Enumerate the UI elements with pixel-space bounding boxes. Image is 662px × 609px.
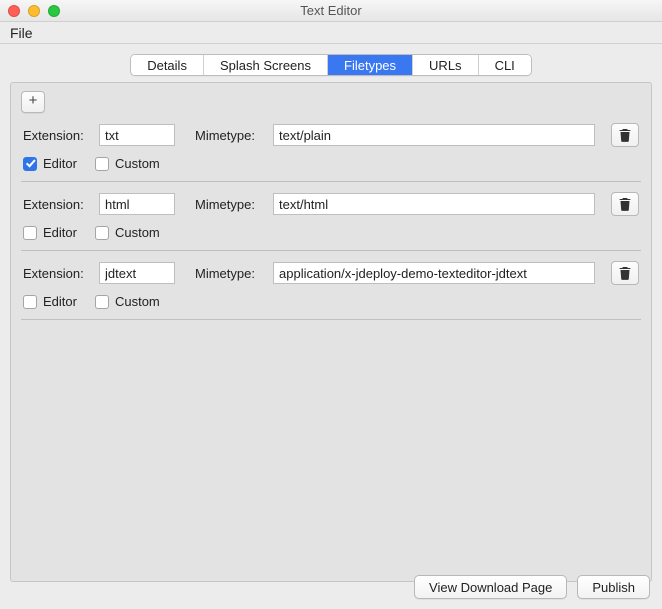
editor-checkbox[interactable] <box>23 157 37 171</box>
extension-input[interactable] <box>99 124 175 146</box>
editor-checkbox-label: Editor <box>43 225 77 240</box>
editor-checkbox[interactable] <box>23 226 37 240</box>
filetype-row: Extension: Mimetype: Editor Custom <box>21 113 641 182</box>
trash-icon <box>619 197 631 211</box>
publish-button[interactable]: Publish <box>577 575 650 599</box>
tab-details[interactable]: Details <box>131 55 204 75</box>
tab-filetypes[interactable]: Filetypes <box>328 55 413 75</box>
custom-checkbox-wrap[interactable]: Custom <box>95 225 160 240</box>
tab-urls[interactable]: URLs <box>413 55 479 75</box>
extension-label: Extension: <box>23 197 93 212</box>
editor-checkbox-wrap[interactable]: Editor <box>23 294 77 309</box>
filetype-row: Extension: Mimetype: Editor Custom <box>21 182 641 251</box>
delete-filetype-button[interactable] <box>611 123 639 147</box>
extension-label: Extension: <box>23 266 93 281</box>
tab-splash-screens[interactable]: Splash Screens <box>204 55 328 75</box>
mimetype-label: Mimetype: <box>195 128 267 143</box>
custom-checkbox[interactable] <box>95 226 109 240</box>
close-icon[interactable] <box>8 5 20 17</box>
custom-checkbox-wrap[interactable]: Custom <box>95 156 160 171</box>
mimetype-input[interactable] <box>273 262 595 284</box>
filetypes-panel: + Extension: Mimetype: Editor Custom <box>10 82 652 582</box>
custom-checkbox[interactable] <box>95 295 109 309</box>
custom-checkbox[interactable] <box>95 157 109 171</box>
editor-checkbox-wrap[interactable]: Editor <box>23 156 77 171</box>
window-title: Text Editor <box>0 3 662 18</box>
trash-icon <box>619 128 631 142</box>
menu-file[interactable]: File <box>0 23 43 43</box>
minimize-icon[interactable] <box>28 5 40 17</box>
window-traffic-lights <box>8 5 60 17</box>
mimetype-label: Mimetype: <box>195 197 267 212</box>
editor-checkbox-label: Editor <box>43 294 77 309</box>
extension-input[interactable] <box>99 262 175 284</box>
tab-cli[interactable]: CLI <box>479 55 531 75</box>
extension-label: Extension: <box>23 128 93 143</box>
custom-checkbox-label: Custom <box>115 156 160 171</box>
editor-checkbox-label: Editor <box>43 156 77 171</box>
tabs-container: Details Splash Screens Filetypes URLs CL… <box>0 44 662 82</box>
trash-icon <box>619 266 631 280</box>
custom-checkbox-label: Custom <box>115 225 160 240</box>
editor-checkbox-wrap[interactable]: Editor <box>23 225 77 240</box>
filetype-row: Extension: Mimetype: Editor Custom <box>21 251 641 320</box>
delete-filetype-button[interactable] <box>611 192 639 216</box>
tabs-segmented: Details Splash Screens Filetypes URLs CL… <box>130 54 532 76</box>
mimetype-input[interactable] <box>273 124 595 146</box>
custom-checkbox-wrap[interactable]: Custom <box>95 294 160 309</box>
titlebar: Text Editor <box>0 0 662 22</box>
delete-filetype-button[interactable] <box>611 261 639 285</box>
extension-input[interactable] <box>99 193 175 215</box>
maximize-icon[interactable] <box>48 5 60 17</box>
mimetype-input[interactable] <box>273 193 595 215</box>
menubar: File <box>0 22 662 44</box>
custom-checkbox-label: Custom <box>115 294 160 309</box>
editor-checkbox[interactable] <box>23 295 37 309</box>
view-download-page-button[interactable]: View Download Page <box>414 575 567 599</box>
add-filetype-button[interactable]: + <box>21 91 45 113</box>
mimetype-label: Mimetype: <box>195 266 267 281</box>
footer-buttons: View Download Page Publish <box>414 575 650 599</box>
